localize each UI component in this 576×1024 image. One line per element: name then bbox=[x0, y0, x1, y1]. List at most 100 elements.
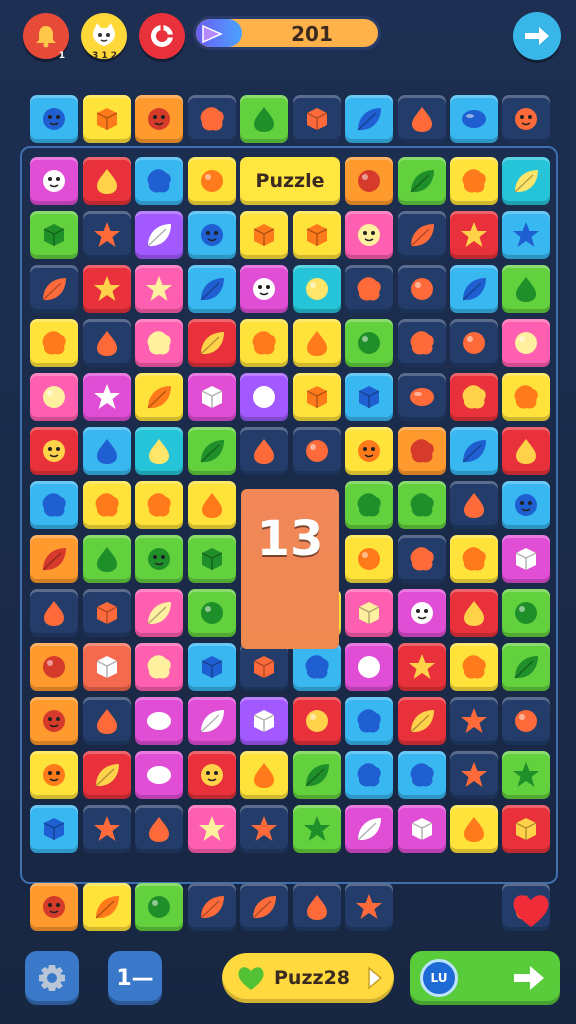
tile[interactable] bbox=[135, 643, 183, 691]
tile[interactable] bbox=[83, 805, 131, 853]
tile[interactable] bbox=[398, 535, 446, 583]
tile[interactable] bbox=[83, 265, 131, 313]
tile[interactable] bbox=[450, 319, 498, 367]
tile[interactable] bbox=[30, 589, 78, 637]
tile[interactable] bbox=[450, 427, 498, 475]
tile[interactable] bbox=[30, 883, 78, 931]
tile[interactable] bbox=[450, 535, 498, 583]
tile[interactable] bbox=[240, 95, 288, 143]
tile[interactable] bbox=[240, 265, 288, 313]
tile[interactable] bbox=[135, 265, 183, 313]
tile[interactable] bbox=[30, 481, 78, 529]
tile[interactable] bbox=[398, 805, 446, 853]
tile[interactable] bbox=[30, 157, 78, 205]
tile[interactable] bbox=[502, 211, 550, 259]
next-button[interactable] bbox=[513, 12, 561, 60]
tile[interactable] bbox=[293, 427, 341, 475]
tile[interactable] bbox=[450, 481, 498, 529]
tile[interactable] bbox=[502, 319, 550, 367]
tile[interactable] bbox=[502, 643, 550, 691]
tile[interactable] bbox=[83, 751, 131, 799]
tile[interactable] bbox=[502, 157, 550, 205]
tile[interactable] bbox=[398, 373, 446, 421]
tile[interactable] bbox=[30, 751, 78, 799]
tile[interactable] bbox=[30, 211, 78, 259]
go-button[interactable]: LU bbox=[410, 951, 560, 1005]
tile[interactable] bbox=[345, 427, 393, 475]
tile[interactable] bbox=[135, 157, 183, 205]
tile[interactable] bbox=[293, 319, 341, 367]
tile[interactable] bbox=[398, 751, 446, 799]
tile[interactable] bbox=[345, 265, 393, 313]
tile[interactable] bbox=[188, 373, 236, 421]
tile[interactable] bbox=[188, 697, 236, 745]
tile[interactable] bbox=[293, 265, 341, 313]
tile[interactable] bbox=[240, 373, 288, 421]
tile[interactable] bbox=[135, 319, 183, 367]
tile[interactable] bbox=[398, 697, 446, 745]
tile[interactable] bbox=[502, 481, 550, 529]
tile[interactable] bbox=[240, 211, 288, 259]
tile[interactable] bbox=[293, 805, 341, 853]
tile[interactable] bbox=[502, 535, 550, 583]
tile[interactable] bbox=[502, 697, 550, 745]
cat-button[interactable]: 3 1 2 bbox=[81, 13, 127, 61]
tile[interactable] bbox=[345, 535, 393, 583]
tile[interactable] bbox=[240, 643, 288, 691]
tile[interactable] bbox=[135, 883, 183, 931]
tile[interactable] bbox=[345, 589, 393, 637]
tile[interactable] bbox=[450, 697, 498, 745]
tile[interactable] bbox=[135, 751, 183, 799]
tile[interactable] bbox=[188, 95, 236, 143]
tile[interactable] bbox=[345, 805, 393, 853]
tile[interactable] bbox=[135, 697, 183, 745]
tile[interactable] bbox=[345, 643, 393, 691]
tile[interactable] bbox=[398, 211, 446, 259]
tile[interactable] bbox=[398, 427, 446, 475]
tile[interactable] bbox=[30, 373, 78, 421]
tile[interactable] bbox=[30, 697, 78, 745]
tile[interactable] bbox=[502, 95, 550, 143]
tile[interactable] bbox=[83, 883, 131, 931]
tile[interactable] bbox=[450, 265, 498, 313]
tile[interactable] bbox=[398, 643, 446, 691]
tile[interactable] bbox=[188, 589, 236, 637]
tile[interactable] bbox=[293, 95, 341, 143]
tile[interactable] bbox=[345, 95, 393, 143]
tile[interactable] bbox=[502, 751, 550, 799]
tile[interactable] bbox=[83, 319, 131, 367]
tile[interactable] bbox=[240, 751, 288, 799]
tile[interactable] bbox=[240, 883, 288, 931]
tile[interactable] bbox=[83, 535, 131, 583]
tile[interactable] bbox=[30, 95, 78, 143]
tile[interactable] bbox=[345, 157, 393, 205]
tile[interactable] bbox=[502, 805, 550, 853]
tile[interactable] bbox=[240, 805, 288, 853]
tile[interactable] bbox=[30, 427, 78, 475]
tile[interactable] bbox=[83, 481, 131, 529]
lifesaver-button[interactable] bbox=[139, 13, 185, 59]
tile[interactable] bbox=[188, 157, 236, 205]
tile[interactable] bbox=[83, 697, 131, 745]
bell-button[interactable]: 1 bbox=[23, 13, 69, 61]
tile[interactable] bbox=[450, 589, 498, 637]
tile[interactable] bbox=[135, 211, 183, 259]
tile[interactable] bbox=[345, 211, 393, 259]
tile[interactable] bbox=[135, 589, 183, 637]
tile[interactable] bbox=[83, 589, 131, 637]
tile[interactable] bbox=[293, 373, 341, 421]
tile[interactable] bbox=[450, 643, 498, 691]
tile[interactable] bbox=[345, 751, 393, 799]
tile[interactable] bbox=[135, 95, 183, 143]
tile[interactable] bbox=[450, 373, 498, 421]
tile[interactable] bbox=[83, 211, 131, 259]
tile[interactable] bbox=[188, 535, 236, 583]
tile[interactable] bbox=[502, 589, 550, 637]
tile[interactable] bbox=[135, 535, 183, 583]
tile[interactable] bbox=[502, 265, 550, 313]
tile[interactable] bbox=[83, 427, 131, 475]
tile[interactable] bbox=[30, 319, 78, 367]
tile[interactable] bbox=[450, 157, 498, 205]
tile[interactable] bbox=[83, 157, 131, 205]
tile[interactable] bbox=[83, 95, 131, 143]
